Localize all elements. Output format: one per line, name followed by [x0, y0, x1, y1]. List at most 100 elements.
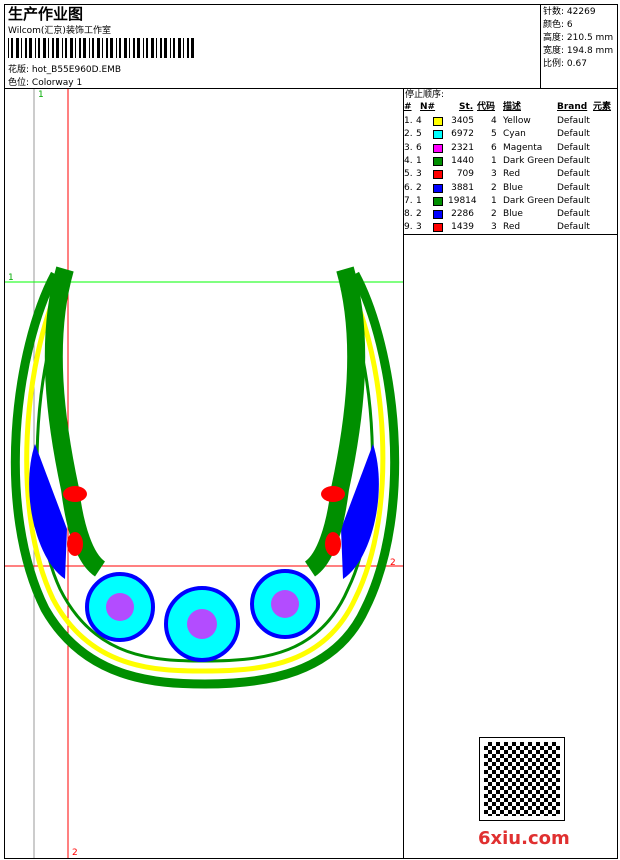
- stat-value: 6: [566, 20, 573, 30]
- barcode: [8, 38, 194, 58]
- table-row: 4. 1 1440 1 Dark Green Default: [404, 155, 618, 168]
- needle-number: 3: [416, 169, 422, 180]
- stat-item: 颜色: 6: [543, 19, 615, 32]
- barcode-bar: [70, 38, 73, 58]
- guide-label-bottom: 2: [72, 848, 78, 858]
- guide-label-left: 1: [8, 273, 14, 283]
- barcode-bar: [48, 38, 49, 58]
- stat-label: 颜色:: [543, 20, 565, 30]
- barcode-bar: [173, 38, 175, 58]
- barcode-bar: [183, 38, 184, 58]
- brand: Default: [557, 169, 590, 180]
- stat-value: 0.67: [566, 59, 587, 69]
- color-code: 3: [491, 222, 497, 233]
- column-header: #: [404, 102, 412, 112]
- table-row: 5. 3 709 3 Red Default: [404, 168, 618, 181]
- needle-number: 1: [416, 195, 422, 206]
- stat-label: 高度:: [543, 33, 565, 43]
- needle-number: 2: [416, 209, 422, 220]
- table-row: 8. 2 2286 2 Blue Default: [404, 208, 618, 221]
- brand: Default: [557, 195, 590, 206]
- stitch-count: 3405: [451, 116, 474, 126]
- colorway-label: 色位:: [8, 78, 30, 88]
- table-row: 6. 2 3881 2 Blue Default: [404, 182, 618, 195]
- row-index: 4.: [404, 155, 413, 166]
- brand: Default: [557, 155, 590, 166]
- barcode-bar: [8, 38, 9, 58]
- needle-number: 4: [416, 116, 422, 126]
- barcode-bar: [170, 38, 171, 58]
- barcode-bar: [151, 38, 154, 58]
- horseshoe-embroidery: [10, 266, 400, 689]
- row-index: 2.: [404, 129, 413, 140]
- qr-code: [479, 737, 565, 821]
- stat-item: 宽度: 194.8 mm: [543, 45, 615, 58]
- stitch-count: 709: [456, 169, 474, 180]
- row-index: 1.: [404, 116, 413, 126]
- barcode-bar: [16, 38, 19, 58]
- stat-label: 比例:: [543, 59, 565, 69]
- color-description: Dark Green: [503, 155, 555, 166]
- color-swatch: [433, 210, 443, 220]
- color-description: Dark Green: [503, 195, 555, 206]
- needle-number: 1: [416, 155, 422, 166]
- barcode-bar: [178, 38, 181, 58]
- color-swatch: [433, 130, 443, 140]
- brand: Default: [557, 142, 590, 153]
- guide-label-top: 1: [38, 90, 44, 100]
- needle-number: 2: [416, 182, 422, 193]
- design-canvas: 1 1 2 2: [5, 89, 403, 858]
- color-code: 1: [491, 155, 497, 166]
- colorway-value: Colorway 1: [31, 78, 83, 88]
- color-description: Blue: [503, 182, 523, 193]
- barcode-bar: [191, 38, 194, 58]
- color-swatch: [433, 143, 443, 153]
- design-file: hot_B55E960D.EMB: [31, 65, 122, 75]
- design-label: 花版:: [8, 65, 30, 75]
- row-index: 9.: [404, 222, 413, 233]
- stat-item: 针数: 42269: [543, 6, 615, 19]
- row-index: 3.: [404, 142, 413, 153]
- barcode-bar: [160, 38, 162, 58]
- table-row: 9. 3 1439 3 Red Default: [404, 221, 618, 234]
- stop-sequence-table: 停止顺序: # N# St. 代码 描述 Brand 元素 1. 4 3405 4 Yello…: [404, 89, 618, 235]
- barcode-bar: [21, 38, 22, 58]
- barcode-bar: [137, 38, 140, 58]
- table-header: # N# St. 代码 描述 Brand 元素: [404, 101, 618, 114]
- barcode-bar: [102, 38, 103, 58]
- needle-number: 3: [416, 222, 422, 233]
- stats-box: 针数: 42269 颜色: 6 高度: 210.5 mm 宽度: 194.8 mm 比例…: [540, 4, 618, 89]
- row-index: 5.: [404, 169, 413, 180]
- stat-value: 194.8 mm: [566, 46, 614, 56]
- table-row: 7. 1 19814 1 Dark Green Default: [404, 195, 618, 208]
- stat-item: 比例: 0.67: [543, 58, 615, 71]
- barcode-bar: [83, 38, 86, 58]
- barcode-bar: [156, 38, 157, 58]
- color-code: 4: [491, 116, 497, 126]
- guide-label-right: 2: [390, 558, 396, 568]
- color-code: 3: [491, 169, 497, 180]
- table-row: 2. 5 6972 5 Cyan Default: [404, 128, 618, 141]
- column-header: 元素: [593, 102, 612, 112]
- column-header: Brand: [557, 102, 588, 112]
- barcode-bar: [79, 38, 81, 58]
- barcode-bar: [124, 38, 127, 58]
- brand: Default: [557, 129, 590, 140]
- column-header: 代码: [477, 102, 496, 112]
- color-code: 2: [491, 209, 497, 220]
- brand: Default: [557, 209, 590, 220]
- stitch-count: 3881: [451, 182, 474, 193]
- barcode-bar: [38, 38, 40, 58]
- row-index: 6.: [404, 182, 413, 193]
- stitch-count: 6972: [451, 129, 474, 140]
- stat-label: 宽度:: [543, 46, 565, 56]
- brand: Default: [557, 222, 590, 233]
- barcode-bar: [43, 38, 46, 58]
- stitch-count: 1440: [451, 155, 474, 166]
- barcode-bar: [65, 38, 67, 58]
- brand: Default: [557, 116, 590, 126]
- stat-item: 高度: 210.5 mm: [543, 32, 615, 45]
- barcode-bar: [116, 38, 117, 58]
- barcode-bar: [143, 38, 144, 58]
- color-swatch: [433, 117, 443, 126]
